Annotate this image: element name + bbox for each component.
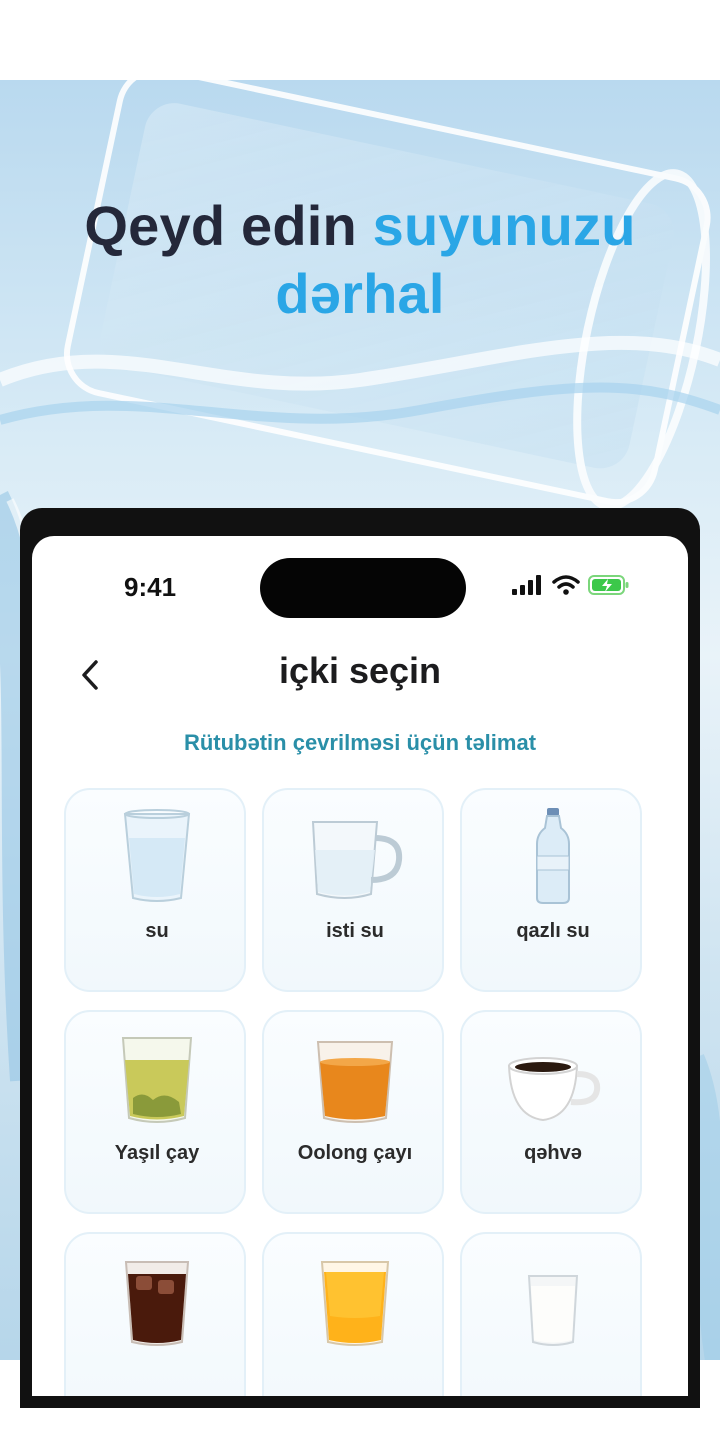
drink-label: Oolong çayı: [297, 1142, 413, 1164]
drink-card-oolong-cayi[interactable]: Oolong çayı: [262, 1010, 444, 1214]
dynamic-island: [260, 558, 466, 618]
drink-card-cola[interactable]: [64, 1232, 246, 1396]
drink-card-qazli-su[interactable]: qazlı su: [460, 788, 642, 992]
milk-glass-icon: [527, 1275, 579, 1346]
drink-label: qəhvə: [524, 1142, 582, 1164]
green-tea-glass-icon: [121, 1037, 193, 1123]
page-title: içki seçin: [278, 650, 442, 691]
phone-frame: 9:41 içki seçin Rütubətin çevrilməsi üçü…: [20, 508, 700, 1408]
promo-headline: Qeyd edin suyunuzu dərhal: [0, 192, 720, 328]
wifi-icon: [552, 575, 580, 595]
water-glass-icon: [123, 809, 191, 902]
drink-label: isti su: [326, 920, 384, 942]
headline-text: Qeyd edin: [84, 194, 373, 257]
battery-charging-icon: [588, 575, 629, 595]
drink-label: su: [145, 920, 169, 942]
status-time: 9:41: [124, 572, 177, 602]
coffee-cup-icon: [507, 1057, 601, 1122]
signal-icon: [512, 575, 541, 595]
page-subtitle: Rütubətin çevrilməsi üçün təlimat: [183, 730, 537, 755]
drink-card-milk[interactable]: [460, 1232, 642, 1396]
glass-mug-icon: [311, 821, 403, 899]
water-bottle-icon: [536, 808, 570, 904]
headline-accent: suyunuzu: [372, 194, 636, 257]
drink-card-qehve[interactable]: qəhvə: [460, 1010, 642, 1214]
drink-card-su[interactable]: su: [64, 788, 246, 992]
cola-glass-icon: [124, 1261, 190, 1346]
drink-card-orange-juice[interactable]: [262, 1232, 444, 1396]
status-icons: [512, 572, 630, 598]
headline-accent-second: dərhal: [275, 262, 445, 325]
nav-bar: içki seçin: [32, 646, 688, 706]
drink-label: Yaşıl çay: [114, 1142, 200, 1164]
orange-juice-glass-icon: [320, 1261, 390, 1346]
drink-card-isti-su[interactable]: isti su: [262, 788, 444, 992]
drink-label: qazlı su: [516, 920, 590, 942]
drink-card-yasil-cay[interactable]: Yaşıl çay: [64, 1010, 246, 1214]
app-screen: 9:41 içki seçin Rütubətin çevrilməsi üçü…: [32, 536, 688, 1396]
oolong-tea-glass-icon: [316, 1041, 394, 1123]
